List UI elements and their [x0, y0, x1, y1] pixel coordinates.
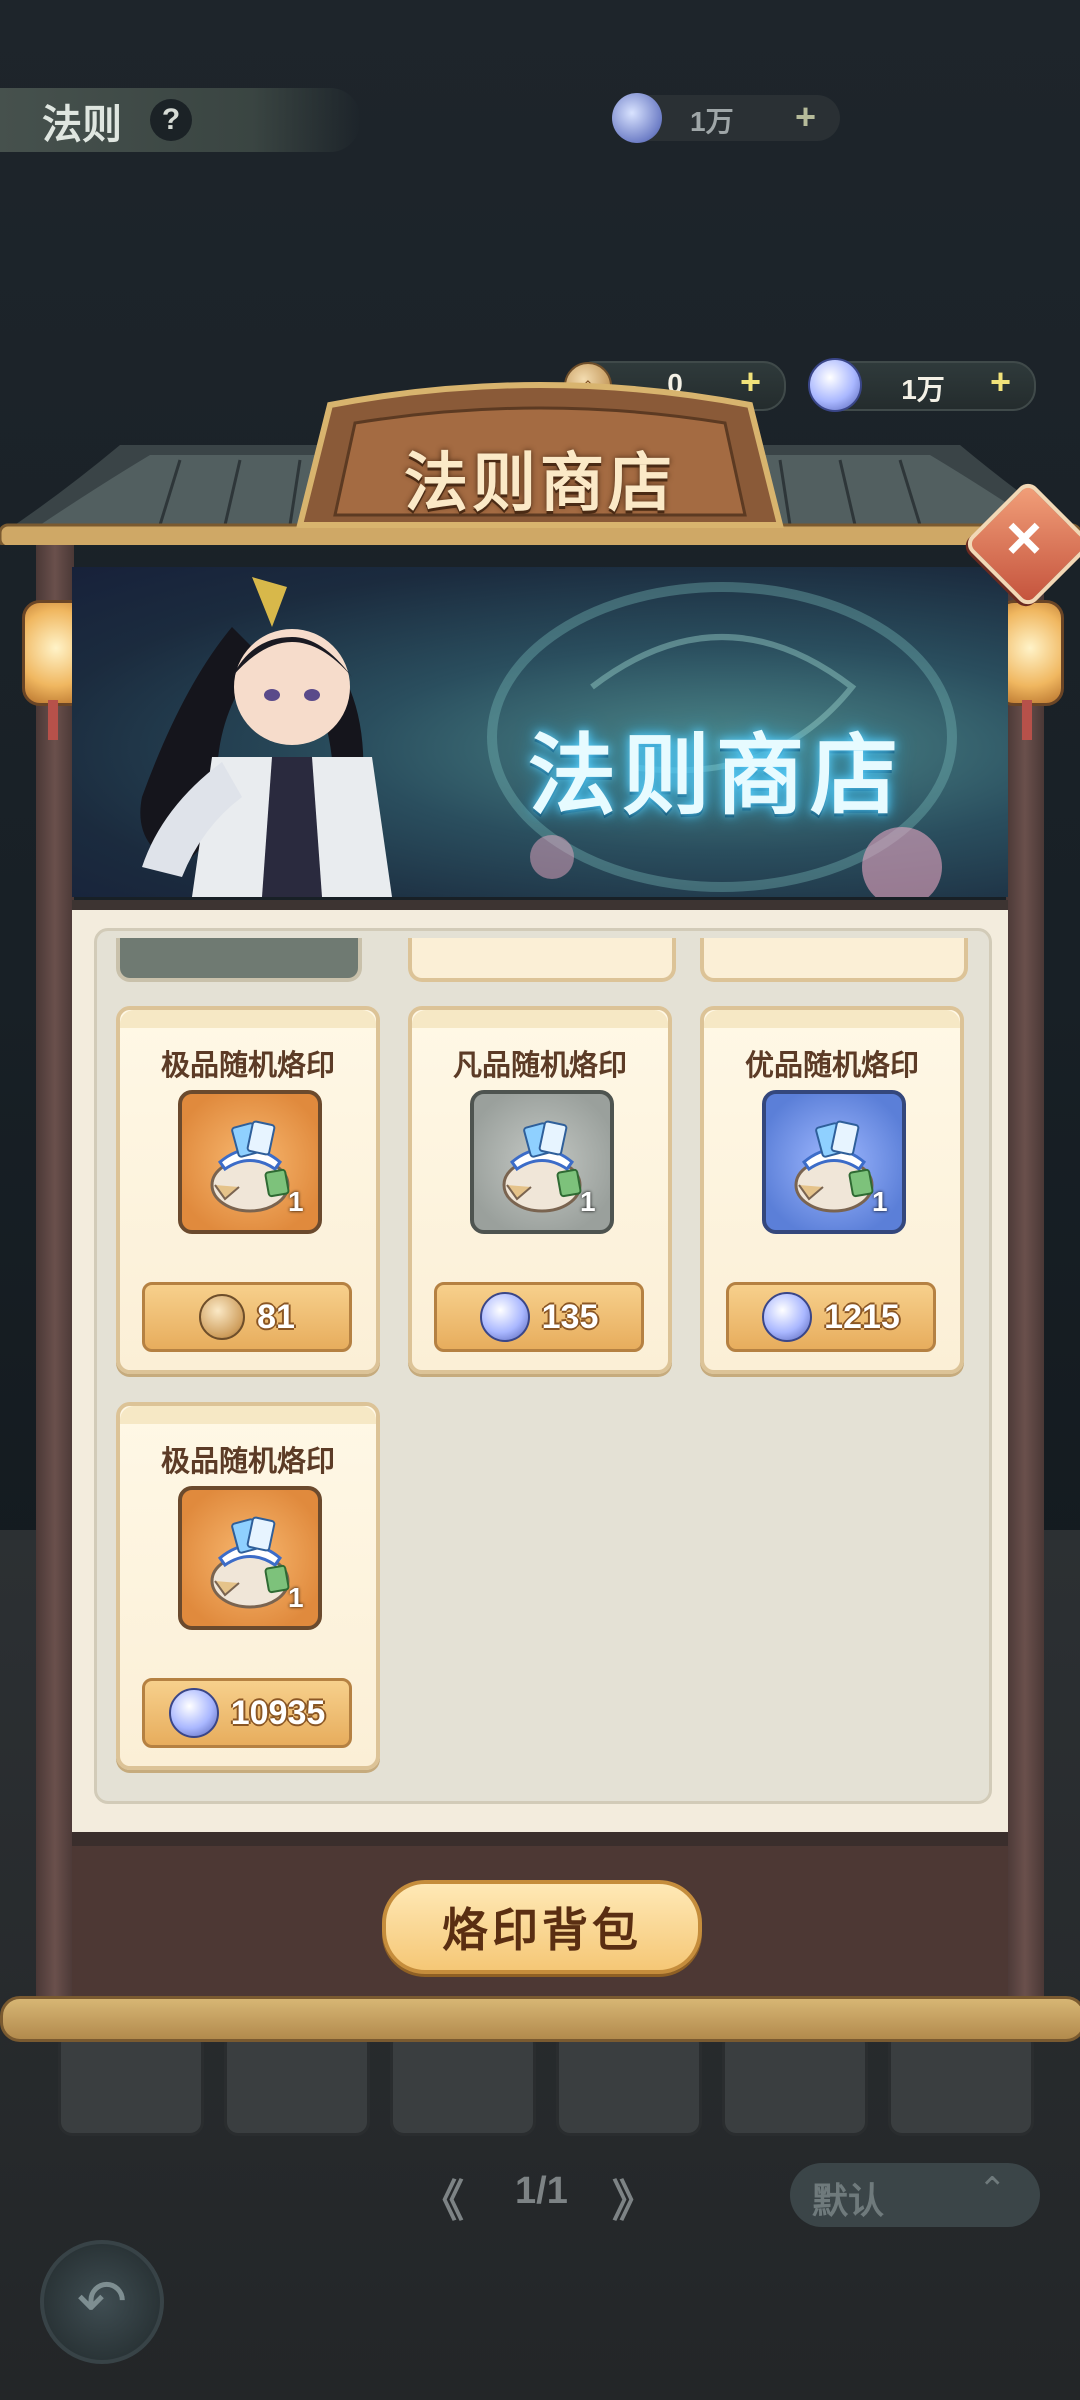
next-page-icon[interactable]: 》 [612, 2165, 656, 2229]
partial-item-card[interactable] [116, 938, 362, 982]
item-quantity: 1 [580, 1186, 596, 1217]
close-icon[interactable]: × [986, 500, 1062, 576]
lantern-tassel [1022, 700, 1032, 740]
card-cap [120, 1010, 376, 1028]
card-cap [704, 1010, 960, 1028]
law-token-icon [199, 1294, 246, 1340]
pagination-label: 1/1 [515, 2170, 568, 2212]
swirl-coin-icon [762, 1292, 813, 1342]
card-cap [412, 1010, 668, 1028]
sort-label: 默认 [812, 2180, 885, 2221]
inventory-slot[interactable] [224, 2030, 370, 2136]
shop-base-beam [0, 1996, 1080, 2042]
item-price: 135 [541, 1297, 599, 1336]
chevron-up-icon: ⌃ [978, 2171, 1007, 2209]
item-name: 凡品随机烙印 [452, 1050, 627, 1082]
shop-title: 法则商店 [404, 446, 676, 521]
inventory-slot[interactable] [722, 2030, 868, 2136]
lantern-tassel [48, 700, 58, 740]
right-pillar [1006, 540, 1044, 2010]
swirl-coin-icon [168, 1688, 219, 1738]
back-arrow-icon: ↶ [76, 2268, 128, 2335]
buy-button[interactable]: 81 [142, 1282, 352, 1352]
item-quantity: 1 [288, 1582, 304, 1613]
item-quantity: 1 [288, 1186, 304, 1217]
inventory-slot[interactable] [390, 2030, 536, 2136]
item-price: 81 [257, 1297, 295, 1336]
buy-button[interactable]: 135 [434, 1282, 644, 1352]
prev-page-icon[interactable]: 《 [420, 2165, 464, 2229]
swirl-coin-icon [479, 1292, 530, 1342]
inventory-slot[interactable] [58, 2030, 204, 2136]
banner-title: 法则商店 [528, 723, 905, 827]
card-cap [120, 1406, 376, 1424]
partial-item-card[interactable] [700, 938, 968, 982]
item-name: 优品随机烙印 [744, 1050, 919, 1082]
buy-button[interactable]: 10935 [142, 1678, 352, 1748]
background-currency-plus-button[interactable]: + [795, 96, 816, 138]
background-currency-value: 1万 [690, 106, 734, 137]
item-quantity: 1 [872, 1186, 888, 1217]
stamp-bag-button[interactable]: 烙印背包 [382, 1880, 702, 1974]
item-price: 1215 [824, 1297, 900, 1336]
item-price: 10935 [230, 1693, 326, 1732]
partial-item-card[interactable] [408, 938, 676, 982]
swirl-coin-icon [612, 93, 662, 143]
buy-button[interactable]: 1215 [726, 1282, 936, 1352]
inventory-slot[interactable] [888, 2030, 1034, 2136]
background-title: 法则 [42, 103, 122, 147]
left-pillar [36, 540, 74, 2010]
item-name: 极品随机烙印 [160, 1050, 335, 1082]
help-icon[interactable]: ? [150, 99, 192, 141]
item-name: 极品随机烙印 [160, 1446, 335, 1478]
back-button[interactable]: ↶ [40, 2240, 164, 2364]
inventory-slot[interactable] [556, 2030, 702, 2136]
